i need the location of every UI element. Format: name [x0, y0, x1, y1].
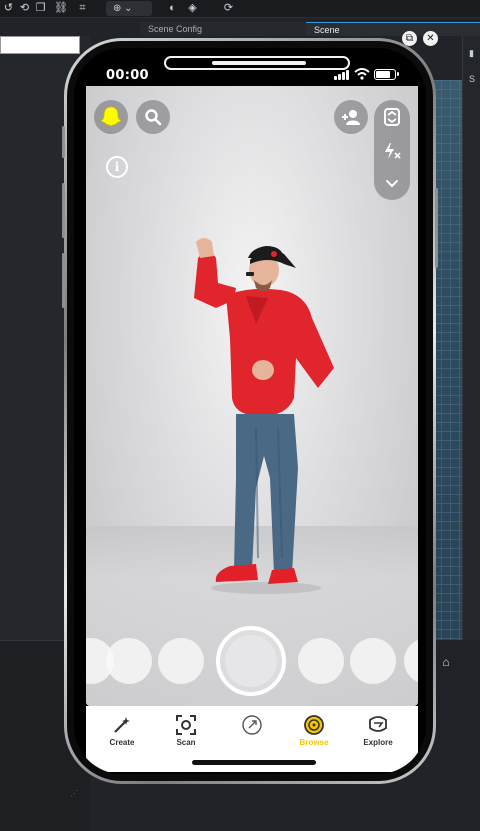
- search-icon: [145, 109, 162, 126]
- phone-screen: 00:00 i Create Scan Browse Explore: [74, 48, 426, 774]
- more-tools-button[interactable]: [374, 168, 410, 198]
- lens-item[interactable]: [298, 638, 344, 684]
- lens-carousel: [86, 626, 418, 698]
- lens-icon: [242, 715, 262, 735]
- flash-button[interactable]: [374, 136, 410, 166]
- world-space-dropdown[interactable]: ⊕ ⌄: [106, 1, 152, 16]
- volume-down-button: [62, 253, 65, 308]
- nav-item-lens[interactable]: [222, 714, 282, 736]
- flip-camera-button[interactable]: [374, 102, 410, 132]
- resize-grip-icon[interactable]: ⋰: [70, 789, 82, 801]
- person-figure: [194, 238, 334, 594]
- lens-item[interactable]: [106, 638, 152, 684]
- volume-up-button: [62, 183, 65, 238]
- tab-scene-config[interactable]: Scene Config: [140, 22, 306, 36]
- profile-button[interactable]: [94, 100, 128, 134]
- browse-icon: [304, 715, 324, 735]
- blend-icon[interactable]: ◐: [166, 2, 179, 15]
- left-search-input[interactable]: [0, 36, 80, 54]
- history-icon[interactable]: ⟲: [18, 2, 31, 15]
- add-friend-icon: [342, 110, 360, 125]
- lens-studio-workspace: ↺ ⟲ ❐ ⛓ ⌗ ⊕ ⌄ ◐ ◈ ⟳ Scene Config Scene ▮…: [0, 0, 480, 831]
- dynamic-notch: [164, 56, 350, 70]
- nav-item-create[interactable]: Create: [92, 714, 152, 747]
- lens-item[interactable]: [158, 638, 204, 684]
- scene-viewport[interactable]: [432, 80, 464, 640]
- capture-button[interactable]: [216, 626, 286, 696]
- camera-view[interactable]: i: [86, 86, 418, 706]
- lens-item[interactable]: [404, 638, 418, 684]
- battery-icon: [374, 69, 399, 80]
- scan-icon: [176, 715, 196, 735]
- nav-item-scan[interactable]: Scan: [156, 714, 216, 747]
- close-preview-icon[interactable]: ✕: [423, 31, 438, 46]
- top-toolbar: ↺ ⟲ ❐ ⛓ ⌗ ⊕ ⌄ ◐ ◈ ⟳: [0, 0, 480, 18]
- layers-icon[interactable]: ◈: [186, 2, 199, 15]
- nav-item-explore[interactable]: Explore: [348, 714, 408, 747]
- nav-item-browse[interactable]: Browse: [284, 714, 344, 747]
- explore-icon: [369, 716, 387, 732]
- lens-item[interactable]: [350, 638, 396, 684]
- info-icon[interactable]: i: [106, 156, 128, 178]
- status-icons: [334, 67, 399, 81]
- tab-scene[interactable]: Scene: [306, 22, 480, 36]
- undo-icon[interactable]: ↺: [2, 2, 15, 15]
- nav-label-explore: Explore: [363, 738, 393, 747]
- flip-camera-icon: [384, 108, 400, 126]
- nav-label-create: Create: [109, 738, 135, 747]
- search-button[interactable]: [136, 100, 170, 134]
- status-time: 00:00: [106, 68, 149, 83]
- scene-icon: S: [469, 74, 476, 84]
- grid-icon[interactable]: ⌗: [76, 2, 89, 15]
- add-friend-button[interactable]: [334, 100, 368, 134]
- home-icon[interactable]: ⌂: [438, 655, 454, 671]
- phone-frame: 00:00 i Create Scan Browse Explore: [62, 38, 438, 784]
- mute-switch: [62, 126, 65, 158]
- wifi-icon: [354, 68, 370, 80]
- flash-off-icon: [385, 143, 401, 159]
- ghost-icon: [100, 106, 122, 127]
- link-icon[interactable]: ⛓: [54, 2, 68, 15]
- inspector-icon: ▮: [469, 48, 474, 58]
- nav-label-browse: Browse: [299, 738, 329, 747]
- camera-tools: [374, 100, 410, 200]
- chevron-down-icon: [386, 180, 398, 188]
- nav-label-scan: Scan: [176, 738, 196, 747]
- copy-icon[interactable]: ❐: [34, 2, 47, 15]
- power-button: [435, 188, 438, 268]
- refresh-icon[interactable]: ⟳: [222, 2, 235, 15]
- signal-icon: [334, 70, 350, 80]
- home-indicator: [192, 760, 316, 765]
- create-icon: [114, 717, 130, 733]
